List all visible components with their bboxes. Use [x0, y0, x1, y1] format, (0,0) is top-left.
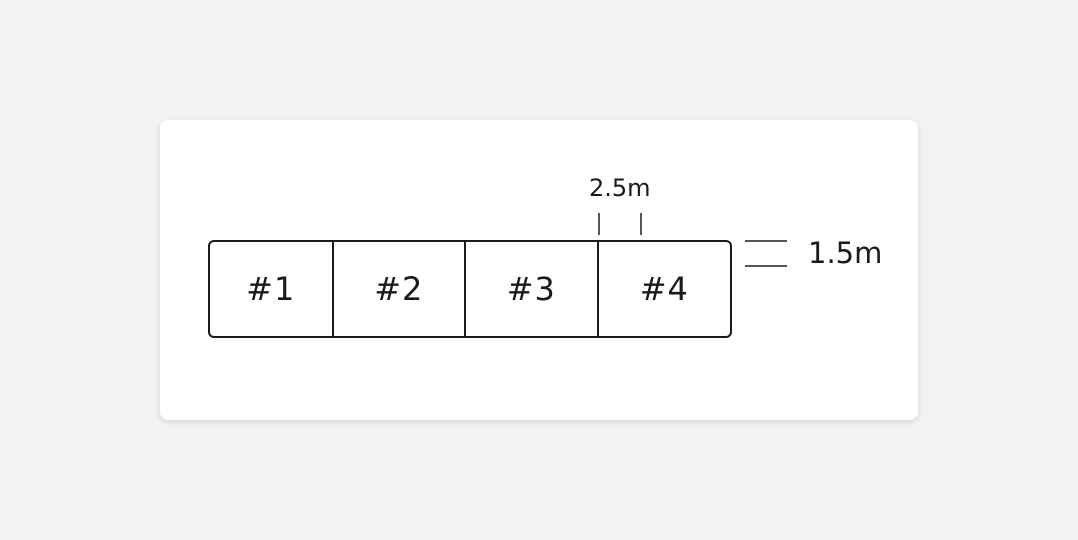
canvas: 2.5m #1 #2 #3 #4 1.5m: [0, 0, 1078, 540]
height-dimension-label: 1.5m: [808, 236, 883, 270]
height-marker-bottom: [745, 265, 787, 267]
height-marker-top: [745, 240, 787, 242]
width-marker-right: [640, 213, 642, 235]
width-marker-left: [598, 213, 600, 235]
space-3: #3: [464, 242, 597, 336]
space-4: #4: [596, 242, 730, 336]
space-2: #2: [331, 242, 465, 336]
space-3-label: #3: [506, 270, 556, 308]
width-dimension-label: 2.5m: [589, 174, 651, 202]
space-1-label: #1: [246, 270, 296, 308]
parking-strip: #1 #2 #3 #4: [208, 240, 732, 338]
space-2-label: #2: [374, 270, 424, 308]
space-4-label: #4: [639, 270, 689, 308]
space-1: #1: [210, 242, 332, 336]
